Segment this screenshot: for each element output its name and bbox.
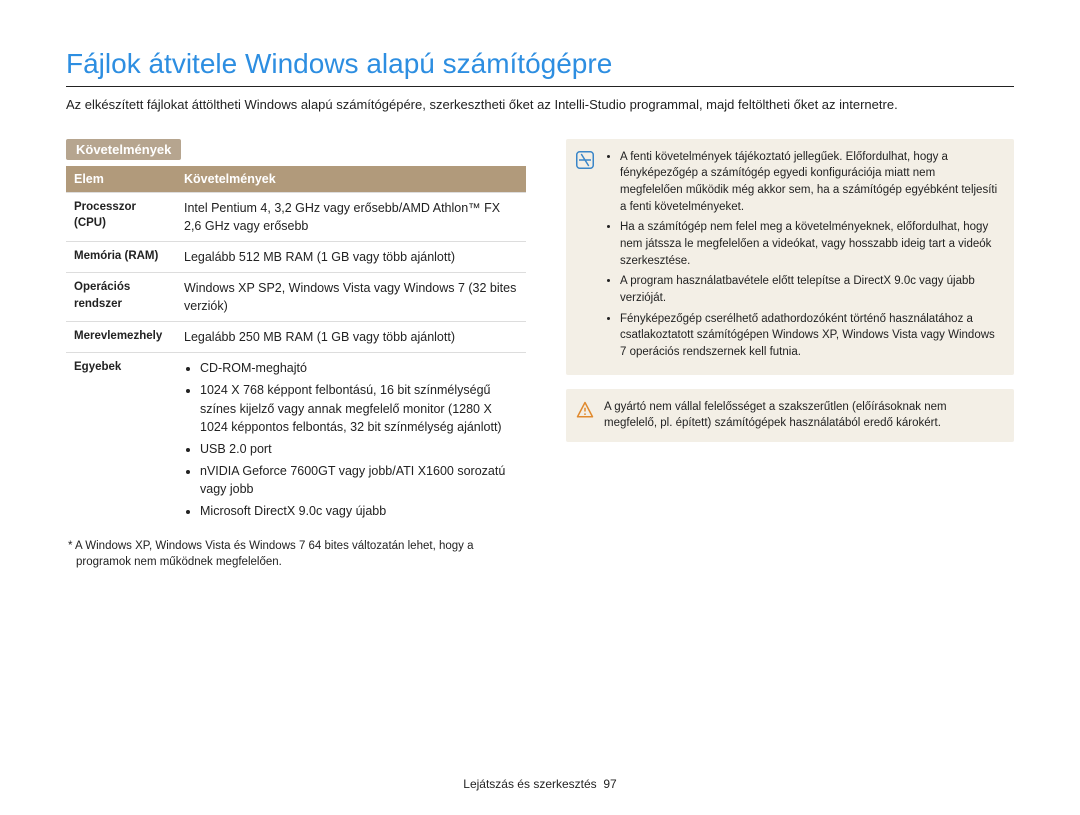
footnote: * A Windows XP, Windows Vista és Windows… [66,538,526,570]
intro-text: Az elkészített fájlokat áttöltheti Windo… [66,95,1014,115]
page-number: 97 [603,777,616,791]
th-item: Elem [66,166,176,193]
footer-section: Lejátszás és szerkesztés [463,777,596,791]
table-row: Processzor (CPU) Intel Pentium 4, 3,2 GH… [66,192,526,241]
info-item: Fényképezőgép cserélhető adathordozóként… [620,311,1000,361]
row-value: Windows XP SP2, Windows Vista vagy Windo… [176,272,526,321]
row-value: Intel Pentium 4, 3,2 GHz vagy erősebb/AM… [176,192,526,241]
table-row: Egyebek CD-ROM-meghajtó 1024 X 768 képpo… [66,353,526,531]
row-label: Egyebek [66,353,176,531]
left-column: Követelmények Elem Követelmények Process… [66,139,526,571]
list-item: 1024 X 768 képpont felbontású, 16 bit sz… [200,381,518,435]
list-item: CD-ROM-meghajtó [200,359,518,377]
row-value: CD-ROM-meghajtó 1024 X 768 képpont felbo… [176,353,526,531]
right-column: A fenti követelmények tájékoztató jelleg… [566,139,1014,571]
page-footer: Lejátszás és szerkesztés 97 [0,777,1080,791]
row-label: Operációs rendszer [66,272,176,321]
table-row: Merevlemezhely Legalább 250 MB RAM (1 GB… [66,322,526,353]
info-note-box: A fenti követelmények tájékoztató jelleg… [566,139,1014,375]
info-icon [576,151,594,169]
table-row: Memória (RAM) Legalább 512 MB RAM (1 GB … [66,241,526,272]
row-label: Memória (RAM) [66,241,176,272]
requirements-tag: Követelmények [66,139,181,160]
list-item: nVIDIA Geforce 7600GT vagy jobb/ATI X160… [200,462,518,498]
warning-note-box: A gyártó nem vállal felelősséget a szaks… [566,389,1014,442]
warning-icon [576,401,594,419]
list-item: Microsoft DirectX 9.0c vagy újabb [200,502,518,520]
info-item: Ha a számítógép nem felel meg a követelm… [620,219,1000,269]
warning-text: A gyártó nem vállal felelősséget a szaks… [604,399,1000,432]
table-row: Operációs rendszer Windows XP SP2, Windo… [66,272,526,321]
info-item: A program használatbavétele előtt telepí… [620,273,1000,306]
row-label: Merevlemezhely [66,322,176,353]
row-value: Legalább 250 MB RAM (1 GB vagy több aján… [176,322,526,353]
list-item: USB 2.0 port [200,440,518,458]
row-label: Processzor (CPU) [66,192,176,241]
requirements-table: Elem Követelmények Processzor (CPU) Inte… [66,166,526,531]
th-req: Követelmények [176,166,526,193]
page-title: Fájlok átvitele Windows alapú számítógép… [66,48,1014,87]
row-value: Legalább 512 MB RAM (1 GB vagy több aján… [176,241,526,272]
info-item: A fenti követelmények tájékoztató jelleg… [620,149,1000,216]
